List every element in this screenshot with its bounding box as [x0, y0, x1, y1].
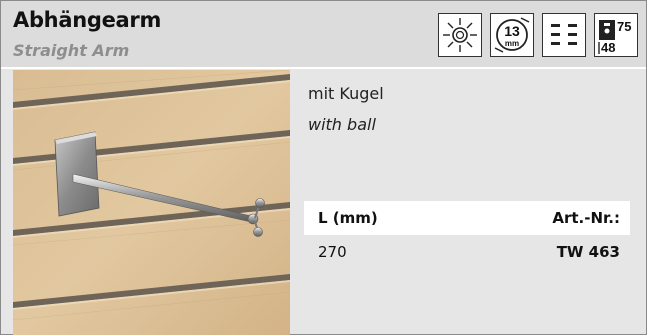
slot-size-icon: 13 mm — [490, 13, 534, 57]
product-card: Abhängearm Straight Arm 13 mm 75 48 mit … — [0, 0, 647, 335]
spec-table: L (mm) Art.-Nr.: 270 TW 463 — [304, 201, 630, 269]
product-title: Abhängearm — [13, 8, 162, 32]
cell-length: 270 — [318, 243, 347, 261]
cell-article-number: TW 463 — [556, 243, 620, 261]
description-german: mit Kugel — [308, 84, 384, 103]
slot-pattern-icon — [542, 13, 586, 57]
product-image — [13, 70, 290, 335]
table-row: 270 TW 463 — [304, 235, 630, 269]
spacing-top-value: 75 — [617, 19, 631, 34]
card-header: Abhängearm Straight Arm 13 mm 75 48 — [1, 1, 646, 69]
product-info: mit Kugel with ball L (mm) Art.-Nr.: 270… — [290, 70, 635, 335]
description-english: with ball — [308, 115, 376, 134]
table-header: L (mm) Art.-Nr.: — [304, 201, 630, 235]
header-length: L (mm) — [318, 209, 378, 227]
product-subtitle: Straight Arm — [13, 41, 130, 60]
spacing-bottom-value: 48 — [601, 40, 615, 55]
spacing-icon: 75 48 — [594, 13, 638, 57]
slot-size-value: 13 — [504, 23, 520, 39]
sun-icon — [438, 13, 482, 57]
header-article-number: Art.-Nr.: — [552, 209, 620, 227]
slot-size-unit: mm — [505, 39, 519, 48]
feature-icons: 13 mm 75 48 — [438, 13, 638, 59]
